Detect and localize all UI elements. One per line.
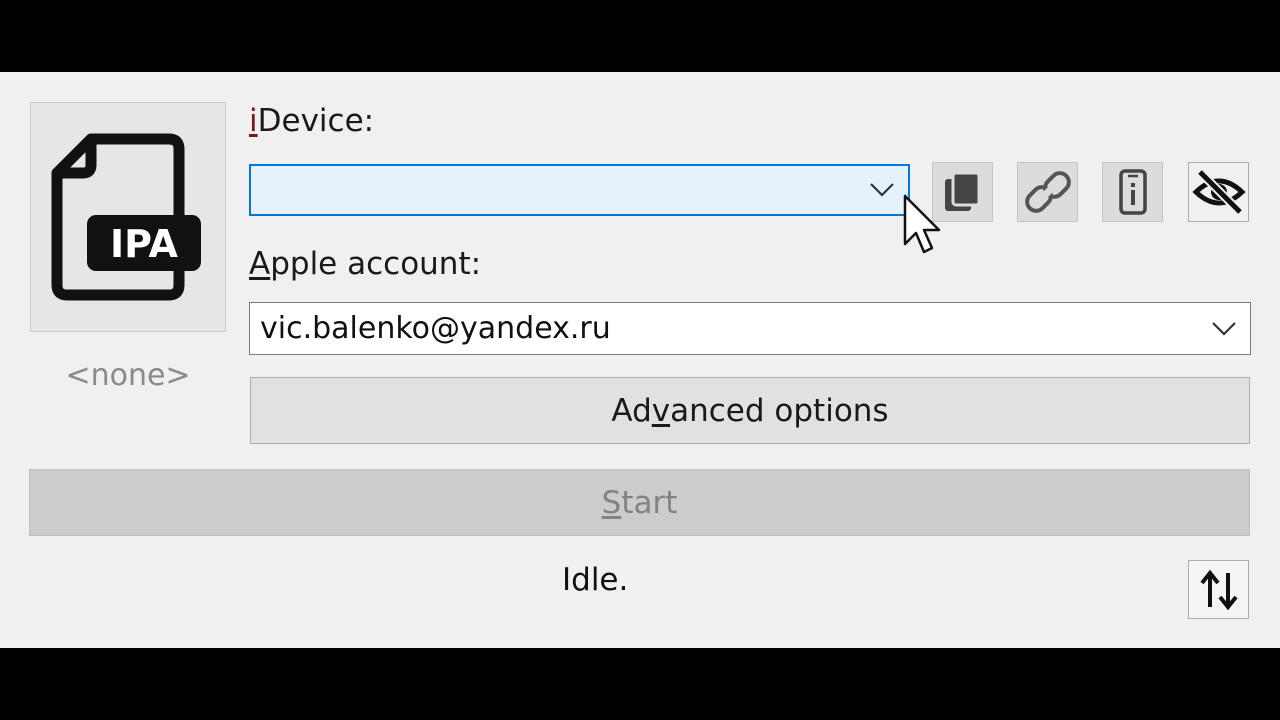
advanced-label-pre: Ad	[611, 392, 652, 429]
device-info-button[interactable]	[1102, 162, 1163, 222]
ipa-file-selector[interactable]: IPA	[30, 102, 226, 332]
copy-button[interactable]	[932, 162, 993, 222]
apple-account-value: vic.balenko@yandex.ru	[260, 311, 611, 346]
advanced-label-accel: v	[651, 392, 671, 429]
apple-account-label-accel: A	[249, 246, 271, 282]
app-window: IPA <none> iDevice: Apple account: vic.b…	[0, 72, 1280, 648]
chevron-down-icon[interactable]	[1198, 303, 1250, 354]
chevron-down-icon[interactable]	[856, 166, 908, 214]
idevice-label: iDevice:	[249, 106, 374, 137]
hide-button[interactable]	[1188, 162, 1249, 222]
status-text: Idle.	[562, 562, 629, 598]
idevice-label-accel: i	[249, 103, 258, 139]
idevice-label-text: Device:	[257, 103, 375, 139]
unlink-button[interactable]	[1017, 162, 1078, 222]
sort-toggle-button[interactable]	[1188, 560, 1249, 619]
start-label-accel: S	[601, 484, 622, 521]
ipa-icon-label: IPA	[110, 222, 179, 266]
idevice-dropdown[interactable]	[249, 164, 910, 216]
eye-off-icon	[1191, 168, 1246, 216]
ipa-file-name: <none>	[65, 358, 191, 393]
letterbox-bottom	[0, 648, 1280, 720]
apple-account-label: Apple account:	[249, 249, 481, 280]
start-button[interactable]: Start	[29, 469, 1250, 536]
advanced-label-post: anced options	[670, 392, 889, 429]
ipa-file-icon: IPA	[51, 133, 201, 301]
device-info-icon	[1118, 169, 1147, 215]
letterbox-top	[0, 0, 1280, 72]
unlink-icon	[1024, 171, 1071, 213]
copy-icon	[944, 171, 980, 211]
sort-arrows-icon	[1199, 569, 1238, 610]
apple-account-dropdown[interactable]: vic.balenko@yandex.ru	[249, 302, 1251, 355]
advanced-options-button[interactable]: Ad v anced options	[250, 377, 1250, 444]
apple-account-label-text: pple account:	[270, 246, 482, 282]
start-label-post: tart	[621, 484, 678, 521]
